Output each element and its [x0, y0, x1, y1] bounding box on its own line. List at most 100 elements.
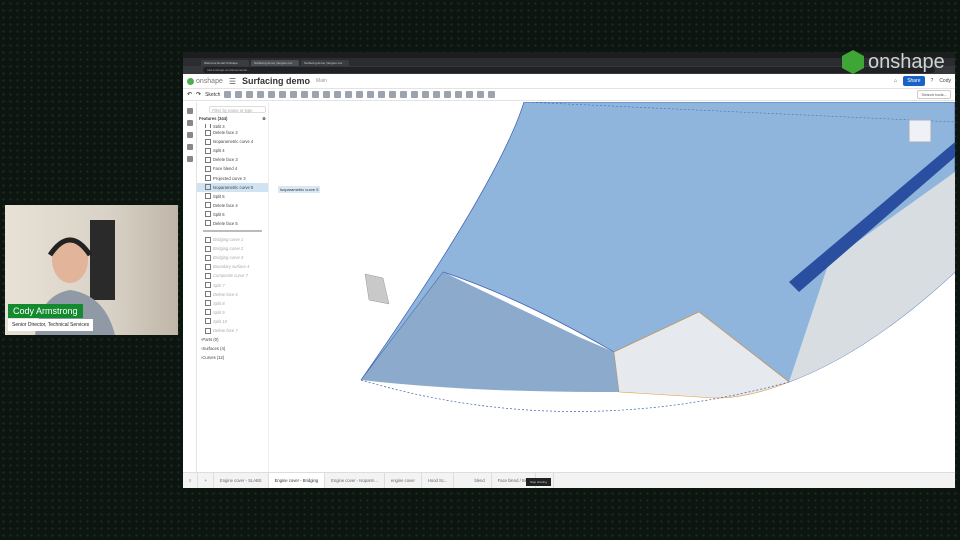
- feature-item-rolled-back[interactable]: Bridging curve 2: [197, 244, 268, 253]
- boolean-icon[interactable]: [356, 91, 364, 98]
- fill-icon[interactable]: [433, 91, 441, 98]
- sketch-button[interactable]: Sketch: [205, 92, 220, 98]
- comments-icon[interactable]: [186, 120, 193, 126]
- share-button[interactable]: Share: [903, 76, 925, 86]
- sweep-icon[interactable]: [246, 91, 254, 98]
- browser-tab[interactable]: Surfacing demo | Engine cov: [301, 60, 349, 66]
- view-cube[interactable]: [908, 119, 932, 143]
- undo-icon[interactable]: ↶: [187, 91, 192, 98]
- presenter-name: Cody Armstrong: [8, 304, 83, 318]
- draft-icon[interactable]: [301, 91, 309, 98]
- feature-item[interactable]: Delete face 5: [197, 219, 268, 228]
- feature-list: Split 3 Delete face 2 Isoparametric curv…: [197, 124, 268, 335]
- extrude-icon[interactable]: [224, 91, 232, 98]
- bridging-curve-icon[interactable]: [466, 91, 474, 98]
- branch-label[interactable]: Main: [316, 78, 327, 84]
- isoparametric-icon[interactable]: [477, 91, 485, 98]
- tab[interactable]: blend: [454, 473, 492, 488]
- feature-item-selected[interactable]: Isoparametric curve 5: [197, 182, 268, 192]
- onshape-logo[interactable]: onshape: [187, 77, 223, 85]
- feature-item[interactable]: Split 4: [197, 146, 268, 155]
- feature-item-rolled-back[interactable]: Delete face 7: [197, 326, 268, 335]
- history-icon[interactable]: [186, 144, 193, 150]
- menu-icon[interactable]: ☰: [229, 77, 236, 86]
- small-flange[interactable]: [364, 273, 390, 305]
- tab[interactable]: engine cover: [385, 473, 422, 488]
- document-title[interactable]: Surfacing demo: [242, 76, 310, 86]
- tab[interactable]: Hood Sc...: [422, 473, 455, 488]
- feature-item-rolled-back[interactable]: Composite curve 7: [197, 271, 268, 280]
- parts-group[interactable]: › Parts (0): [197, 335, 268, 344]
- split-icon[interactable]: [367, 91, 375, 98]
- mirror-icon[interactable]: [345, 91, 353, 98]
- screen-share-window: Welcome Email Onshape Surfacing demo | E…: [183, 52, 955, 488]
- add-tab-button[interactable]: +: [198, 473, 214, 488]
- shell-icon[interactable]: [312, 91, 320, 98]
- feature-item[interactable]: Split 5: [197, 192, 268, 201]
- offset-icon[interactable]: [455, 91, 463, 98]
- appearance-icon[interactable]: [186, 132, 193, 138]
- tab[interactable]: Engine cover - SLABS: [214, 473, 269, 488]
- feature-item[interactable]: Face blend 4: [197, 164, 268, 173]
- transform-icon[interactable]: [378, 91, 386, 98]
- feature-toolbar: ↶ ↷ Sketch Search tools...: [183, 89, 955, 101]
- screen-share-toast[interactable]: Stop sharing: [526, 478, 551, 486]
- feature-item[interactable]: Projected curve 3: [197, 173, 268, 182]
- curves-group[interactable]: › Curves (12): [197, 353, 268, 362]
- history-icon[interactable]: ⌂: [894, 78, 897, 84]
- browser-tabs: Welcome Email Onshape Surfacing demo | E…: [183, 58, 955, 66]
- fillet-icon[interactable]: [279, 91, 287, 98]
- presenter-title: Senior Director, Technical Services: [8, 319, 94, 331]
- user-menu[interactable]: Cody: [939, 78, 951, 84]
- search-tools-input[interactable]: Search tools...: [917, 90, 951, 99]
- tab-manager-icon[interactable]: ≡: [183, 473, 199, 488]
- feature-item[interactable]: Delete face 4: [197, 201, 268, 210]
- surface-model[interactable]: [269, 101, 955, 456]
- surfaces-group[interactable]: › Surfaces (4): [197, 344, 268, 353]
- plane-icon[interactable]: [389, 91, 397, 98]
- address-bar[interactable]: cad.onshape.com/documents/...: [183, 66, 955, 74]
- redo-icon[interactable]: ↷: [196, 91, 201, 98]
- feature-item-rolled-back[interactable]: Boundary surface 4: [197, 262, 268, 271]
- feature-item-rolled-back[interactable]: Split 10: [197, 317, 268, 326]
- onshape-watermark: onshape: [842, 50, 945, 74]
- boundary-icon[interactable]: [444, 91, 452, 98]
- revolve-icon[interactable]: [235, 91, 243, 98]
- hole-icon[interactable]: [323, 91, 331, 98]
- feature-item-rolled-back[interactable]: Split 7: [197, 281, 268, 290]
- features-header: Features (344): [199, 116, 228, 121]
- tab-active[interactable]: Engine cover - Bridging: [268, 473, 326, 488]
- left-icon-strip: [183, 102, 197, 472]
- feature-item-rolled-back[interactable]: Bridging curve 1: [197, 235, 268, 244]
- bom-icon[interactable]: [186, 156, 193, 162]
- logo-icon: [187, 77, 194, 85]
- pattern-icon[interactable]: [334, 91, 342, 98]
- loft-icon[interactable]: [257, 91, 265, 98]
- browser-tab[interactable]: Welcome Email Onshape: [201, 60, 249, 66]
- surface-icon[interactable]: [422, 91, 430, 98]
- settings-icon[interactable]: ⚙: [262, 116, 266, 121]
- 3d-viewport[interactable]: [269, 101, 955, 472]
- feature-item-rolled-back[interactable]: Delete face 6: [197, 290, 268, 299]
- tab[interactable]: Engine cover - Isoparm...: [325, 473, 385, 488]
- feature-item[interactable]: Delete face 2: [197, 128, 268, 137]
- feature-item-rolled-back[interactable]: Split 8: [197, 299, 268, 308]
- feature-item[interactable]: Split 6: [197, 210, 268, 219]
- help-icon[interactable]: ?: [931, 78, 934, 84]
- browser-tab[interactable]: Surfacing demo | Engine cov: [251, 60, 299, 66]
- workspace: Filter by name or type Features (344) ⚙ S…: [183, 101, 955, 472]
- rollback-bar[interactable]: [203, 230, 262, 233]
- feature-item[interactable]: Delete face 3: [197, 155, 268, 164]
- thicken-icon[interactable]: [268, 91, 276, 98]
- feature-item[interactable]: Isoparametric curve 4: [197, 137, 268, 146]
- feature-item-rolled-back[interactable]: Bridging curve 3: [197, 253, 268, 262]
- feature-item-rolled-back[interactable]: Split 9: [197, 308, 268, 317]
- feature-tooltip: Isoparametric curve 5: [278, 186, 321, 193]
- mate-connector-icon[interactable]: [400, 91, 408, 98]
- feature-panel: Filter by name or type Features (344) ⚙ S…: [197, 102, 321, 472]
- chamfer-icon[interactable]: [290, 91, 298, 98]
- curve-icon[interactable]: [411, 91, 419, 98]
- feature-filter-input[interactable]: Filter by name or type: [209, 106, 266, 113]
- feature-list-icon[interactable]: [186, 108, 193, 114]
- sheet-metal-icon[interactable]: [488, 91, 496, 98]
